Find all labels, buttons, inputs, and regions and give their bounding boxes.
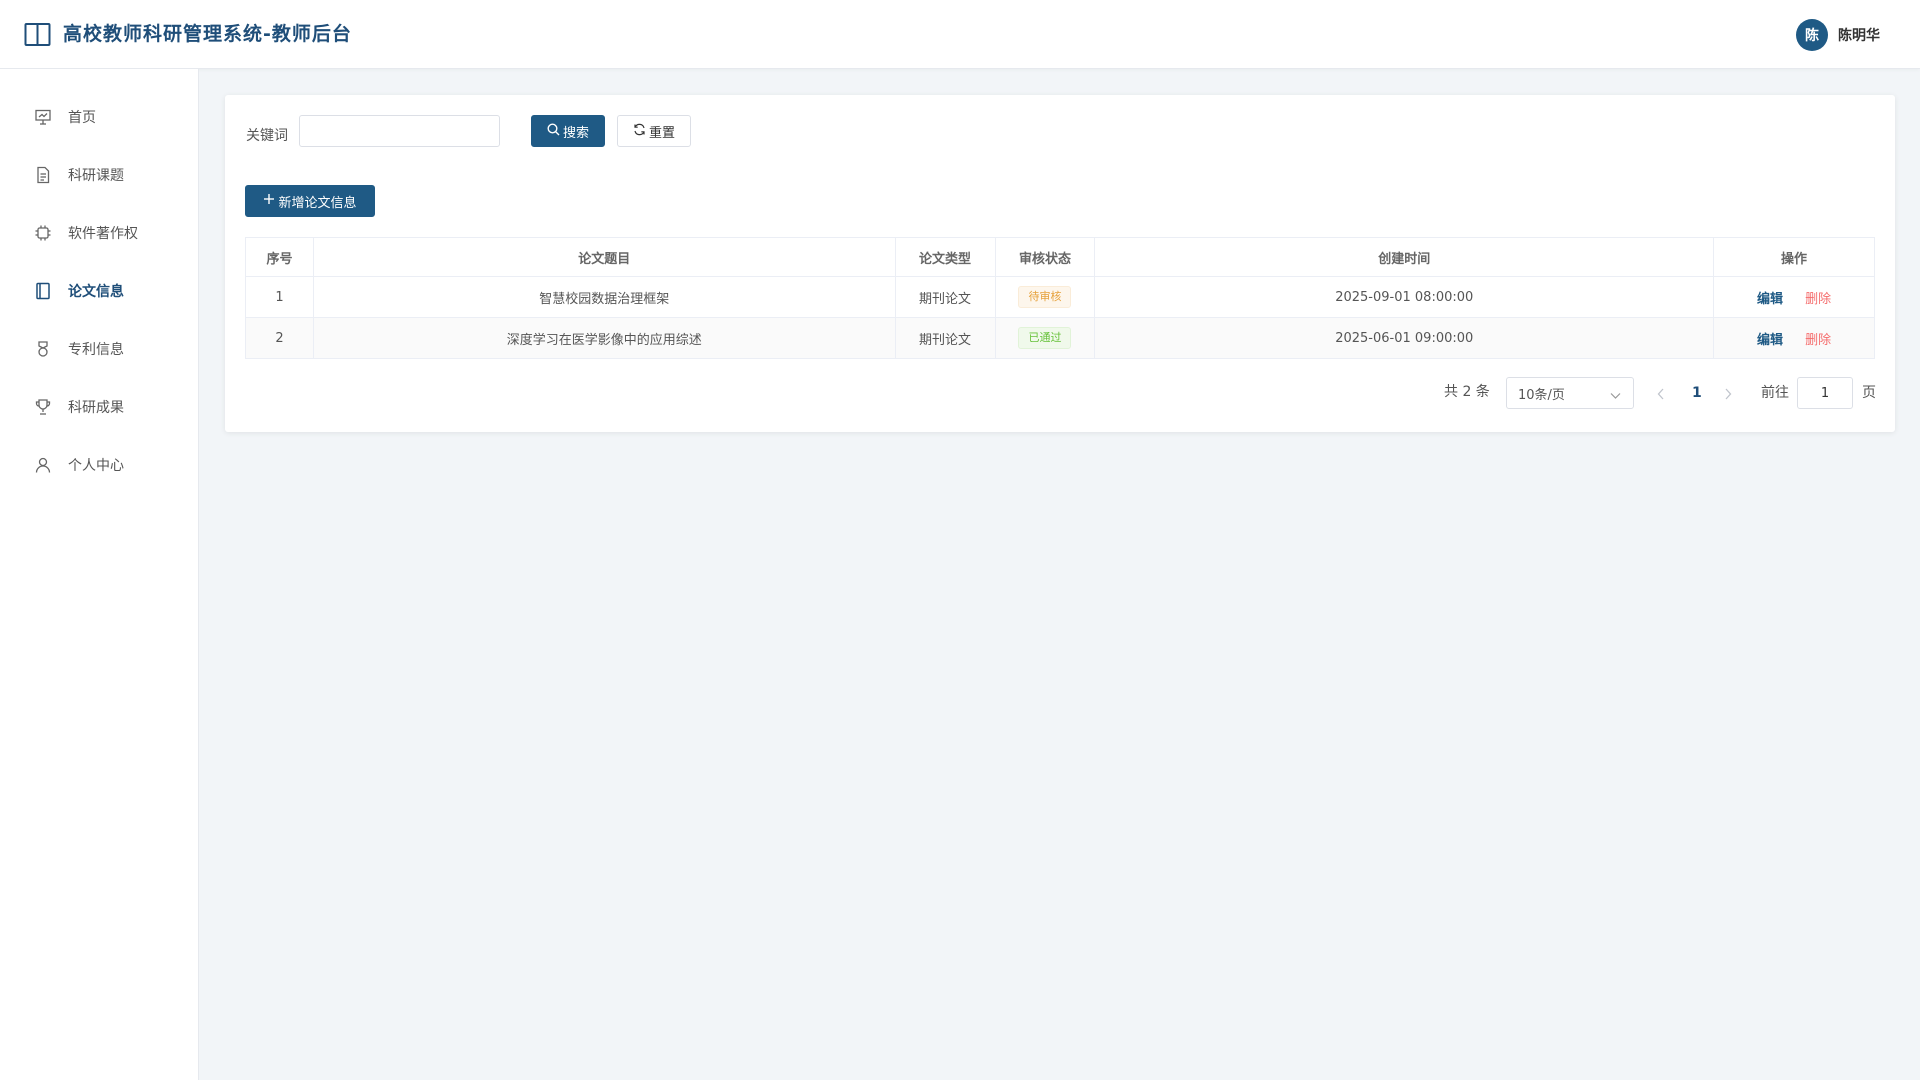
add-paper-button-label: 新增论文信息 <box>278 195 357 211</box>
medal-icon <box>34 340 52 358</box>
created-time: 2025-09-01 08:00:00 <box>1094 276 1715 318</box>
refresh-icon <box>633 123 649 140</box>
sidebar-item-label: 软件著作权 <box>68 226 138 242</box>
plus-icon <box>263 193 278 209</box>
sidebar-item-profile[interactable]: 个人中心 <box>0 441 199 489</box>
keyword-label: 关键词 <box>246 128 288 144</box>
notebook-icon <box>34 282 52 300</box>
sidebar-item-label: 专利信息 <box>68 342 124 358</box>
column-header: 论文题目 <box>312 237 896 277</box>
avatar[interactable]: 陈 <box>1796 19 1828 51</box>
app-title: 高校教师科研管理系统-教师后台 <box>63 23 352 45</box>
edit-button[interactable]: 编辑 <box>1757 292 1783 307</box>
chevron-left-icon[interactable] <box>1657 385 1665 404</box>
column-header: 审核状态 <box>994 237 1096 277</box>
paper-table: 序号 论文题目 论文类型 审核状态 创建时间 操作 1 智慧校园数据治理框架 期… <box>245 237 1875 359</box>
page-size-select[interactable]: 10条/页 <box>1506 377 1634 409</box>
delete-button[interactable]: 删除 <box>1805 333 1831 348</box>
status-badge: 已通过 <box>1018 327 1072 349</box>
column-header: 论文类型 <box>894 237 996 277</box>
table-row: 1 智慧校园数据治理框架 期刊论文 待审核 2025-09-01 08:00:0… <box>245 276 1875 318</box>
sidebar-item-software-copyright[interactable]: 软件著作权 <box>0 209 199 257</box>
user-icon <box>34 456 52 474</box>
goto-label: 前往 <box>1761 385 1789 401</box>
goto-page-input[interactable] <box>1797 377 1853 409</box>
table-row: 2 深度学习在医学影像中的应用综述 期刊论文 已通过 2025-06-01 09… <box>245 317 1875 359</box>
keyword-input[interactable] <box>299 115 500 147</box>
sidebar-item-patents[interactable]: 专利信息 <box>0 325 199 373</box>
chevron-right-icon[interactable] <box>1724 385 1732 404</box>
page-size-value: 10条/页 <box>1518 387 1565 403</box>
page-suffix-label: 页 <box>1862 385 1876 401</box>
column-header: 操作 <box>1713 237 1875 277</box>
pagination-total: 共 2 条 <box>1444 384 1490 400</box>
chevron-down-icon <box>1610 389 1621 404</box>
page-number[interactable]: 1 <box>1692 377 1702 409</box>
book-open-icon <box>24 22 51 47</box>
paper-list-card: 关键词 搜索 重置 新增论文信息 序号 论文题目 论文类型 审核状态 创建时间 … <box>225 95 1895 432</box>
sidebar-item-home[interactable]: 首页 <box>0 93 199 141</box>
row-index: 2 <box>245 317 314 359</box>
column-header: 序号 <box>245 237 314 277</box>
sidebar-item-papers[interactable]: 论文信息 <box>0 267 199 315</box>
trophy-icon <box>34 398 52 416</box>
user-menu[interactable]: 陈 陈明华 <box>1796 19 1880 51</box>
add-paper-button[interactable]: 新增论文信息 <box>245 185 375 217</box>
paper-type: 期刊论文 <box>894 276 996 318</box>
sidebar-item-label: 科研课题 <box>68 168 124 184</box>
document-icon <box>34 166 52 184</box>
presentation-icon <box>34 108 52 126</box>
delete-button[interactable]: 删除 <box>1805 292 1831 307</box>
status-badge: 待审核 <box>1018 286 1072 308</box>
search-button-label: 搜索 <box>562 125 589 141</box>
paper-title: 深度学习在医学影像中的应用综述 <box>312 317 896 359</box>
table-header-row: 序号 论文题目 论文类型 审核状态 创建时间 操作 <box>245 237 1875 277</box>
edit-button[interactable]: 编辑 <box>1757 333 1783 348</box>
reset-button-label: 重置 <box>648 125 675 141</box>
search-icon <box>547 122 563 140</box>
sidebar-item-label: 科研成果 <box>68 400 124 416</box>
paper-title: 智慧校园数据治理框架 <box>312 276 896 318</box>
sidebar-item-achievements[interactable]: 科研成果 <box>0 383 199 431</box>
sidebar: 首页 科研课题 软件著作权 论文信息 专利信息 科研成果 个人中心 <box>0 69 199 1080</box>
sidebar-item-research-topics[interactable]: 科研课题 <box>0 151 199 199</box>
search-button[interactable]: 搜索 <box>531 115 605 147</box>
sidebar-item-label: 论文信息 <box>68 284 124 300</box>
chip-icon <box>34 224 52 242</box>
row-index: 1 <box>245 276 314 318</box>
sidebar-item-label: 首页 <box>68 110 96 126</box>
paper-type: 期刊论文 <box>894 317 996 359</box>
top-header: 高校教师科研管理系统-教师后台 陈 陈明华 <box>0 0 1920 69</box>
reset-button[interactable]: 重置 <box>617 115 691 147</box>
user-name[interactable]: 陈明华 <box>1838 25 1880 45</box>
sidebar-item-label: 个人中心 <box>68 458 124 474</box>
created-time: 2025-06-01 09:00:00 <box>1094 317 1715 359</box>
column-header: 创建时间 <box>1094 237 1715 277</box>
